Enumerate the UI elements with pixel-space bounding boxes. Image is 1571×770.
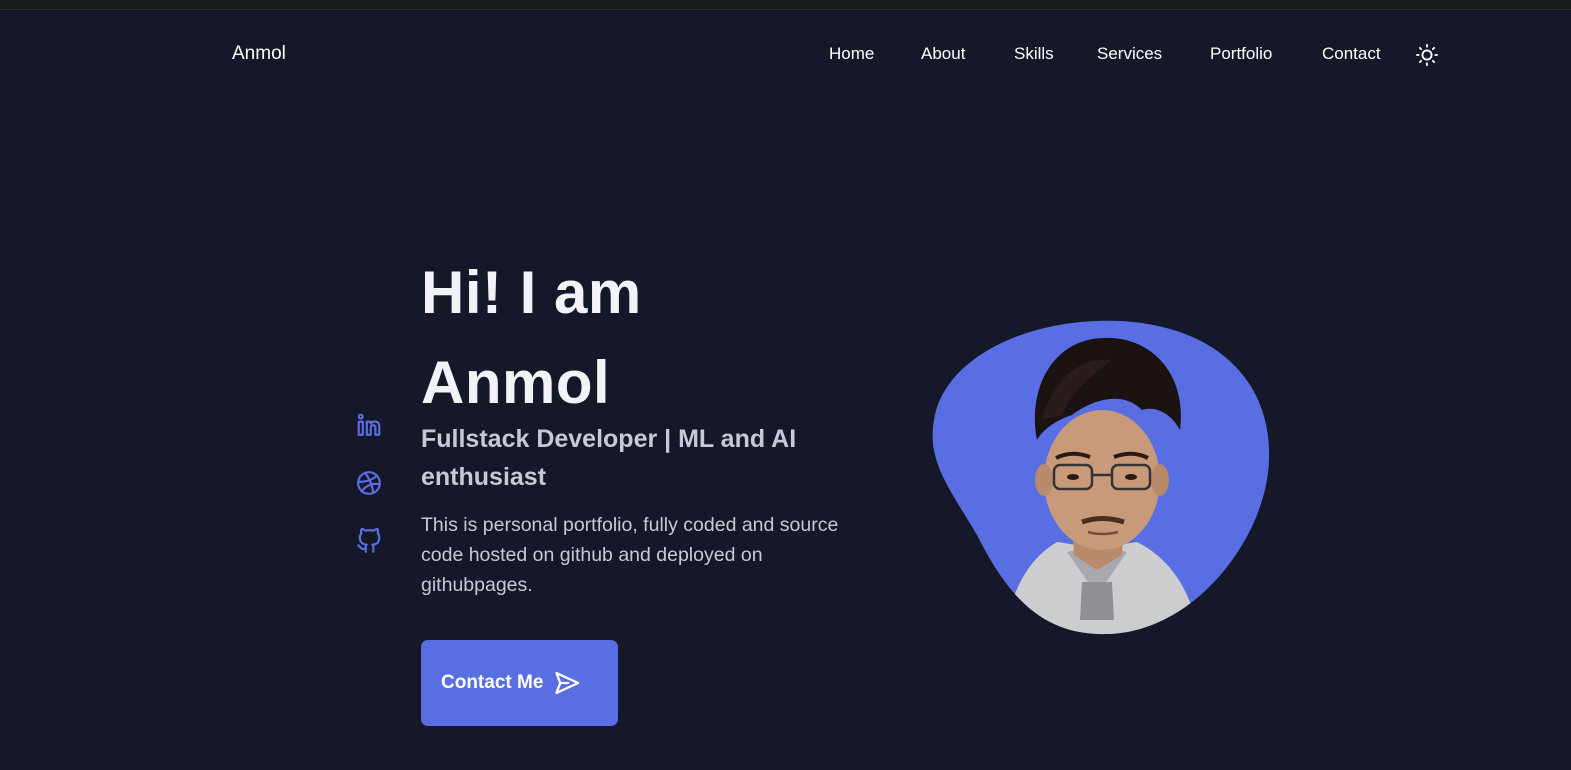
- nav-link-about[interactable]: About: [921, 44, 965, 64]
- nav-link-home[interactable]: Home: [829, 44, 874, 64]
- hero-title-line1: Hi! I am: [421, 259, 642, 326]
- nav-link-services[interactable]: Services: [1097, 44, 1162, 64]
- sun-icon[interactable]: [1416, 44, 1438, 66]
- profile-avatar: [932, 320, 1272, 640]
- profile-photo: [932, 320, 1270, 635]
- nav-link-portfolio[interactable]: Portfolio: [1210, 44, 1272, 64]
- contact-me-label: Contact Me: [441, 672, 544, 693]
- hero-title-line2: Anmol: [421, 349, 611, 416]
- nav-link-contact[interactable]: Contact: [1322, 44, 1381, 64]
- browser-top-strip: [0, 0, 1571, 10]
- contact-me-button[interactable]: Contact Me: [421, 640, 618, 726]
- linkedin-icon[interactable]: [356, 412, 382, 438]
- main-nav: Home About Skills Services Portfolio Con…: [0, 44, 1571, 68]
- site-header: Anmol Home About Skills Services Portfol…: [0, 10, 1571, 100]
- send-icon: [555, 671, 580, 695]
- dribbble-icon[interactable]: [356, 470, 382, 496]
- nav-link-skills[interactable]: Skills: [1014, 44, 1054, 64]
- hero-title: Hi! I am Anmol: [421, 248, 861, 428]
- hero-description: This is personal portfolio, fully coded …: [421, 514, 839, 596]
- github-icon[interactable]: [356, 528, 382, 554]
- hero-subtitle: Fullstack Developer | ML and AI enthusia…: [421, 425, 797, 491]
